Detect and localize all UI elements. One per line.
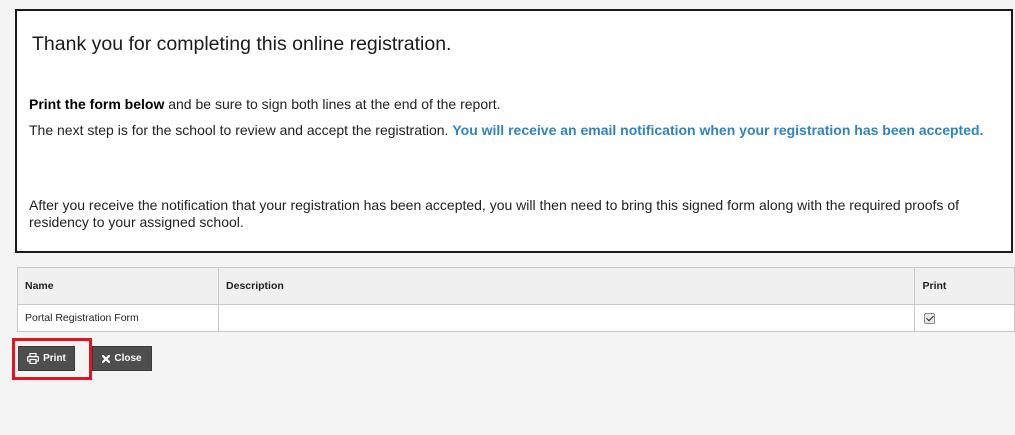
row-print-cell xyxy=(914,304,1015,332)
row-name-cell: Portal Registration Form xyxy=(16,304,220,332)
column-header-name[interactable]: Name xyxy=(16,267,220,305)
close-button-label: Close xyxy=(114,353,142,364)
notice-heading: Thank you for completing this online reg… xyxy=(32,33,452,55)
print-button-label: Print xyxy=(43,353,66,364)
column-header-print[interactable]: Print xyxy=(914,267,1015,305)
next-step-message: The next step is for the school to revie… xyxy=(29,122,989,139)
next-step-text: The next step is for the school to revie… xyxy=(29,122,453,138)
column-header-description[interactable]: Description xyxy=(218,267,916,305)
email-notification-highlight: You will receive an email notification w… xyxy=(452,122,984,138)
printer-icon xyxy=(27,353,40,364)
row-description-cell xyxy=(218,304,916,332)
table-header-row: Name Description Print xyxy=(16,267,1015,305)
print-instruction: Print the form below and be sure to sign… xyxy=(29,96,501,113)
close-x-icon xyxy=(102,354,111,363)
residency-instruction: After you receive the notification that … xyxy=(29,197,959,230)
print-instruction-emphasis: Print the form below xyxy=(29,96,165,112)
close-button[interactable]: Close xyxy=(92,346,152,371)
report-table: Name Description Print Portal Registrati… xyxy=(16,267,1015,332)
registration-complete-notice: Thank you for completing this online reg… xyxy=(15,9,1013,253)
print-button[interactable]: Print xyxy=(18,346,75,371)
table-row: Portal Registration Form xyxy=(16,304,1015,332)
print-instruction-text: and be sure to sign both lines at the en… xyxy=(164,96,501,112)
print-checkbox[interactable] xyxy=(924,312,936,324)
